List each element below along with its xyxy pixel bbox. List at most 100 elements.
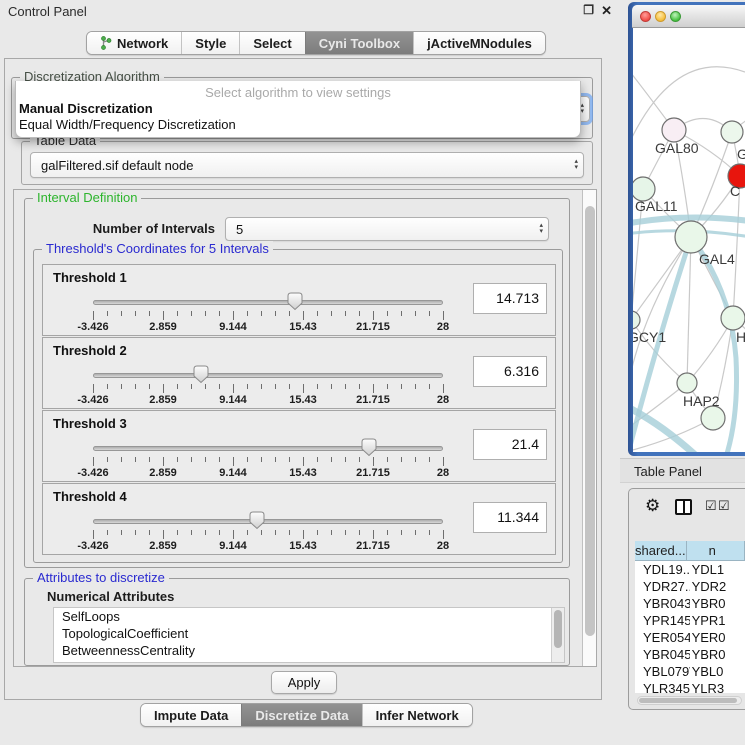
column-header-name[interactable]: n — [687, 541, 745, 561]
table-row[interactable]: YBR043CYBR0 — [635, 595, 745, 612]
tab-infer-network[interactable]: Infer Network — [362, 704, 472, 726]
scrollbar-thumb[interactable] — [639, 698, 737, 703]
apply-button[interactable]: Apply — [271, 671, 337, 694]
attributes-scrollbar[interactable] — [551, 608, 564, 662]
node-attribute-table[interactable]: shared... n YDL19...YDL1YDR27...YDR2YBR0… — [635, 541, 745, 693]
interval-definition-title: Interval Definition — [33, 190, 141, 205]
slider-track[interactable] — [93, 300, 443, 305]
slider-thumb-icon[interactable] — [193, 365, 209, 384]
cell-name[interactable]: YBR0 — [690, 646, 745, 663]
scrollbar-thumb[interactable] — [554, 610, 562, 648]
threshold-value-field[interactable]: 6.316 — [473, 356, 547, 387]
network-window-titlebar[interactable] — [632, 5, 745, 28]
traffic-light-close-icon[interactable] — [640, 11, 651, 22]
columns-icon[interactable] — [675, 499, 692, 515]
table-row[interactable]: YBL079WYBL0 — [635, 663, 745, 680]
tab-select[interactable]: Select — [239, 32, 304, 54]
slider-track[interactable] — [93, 373, 443, 378]
minor-tick — [317, 384, 318, 389]
minor-tick — [261, 311, 262, 316]
network-canvas[interactable]: GAL80GACGAL11GAL4GCY1HHAP2 — [633, 28, 745, 452]
minor-tick — [317, 311, 318, 316]
cell-name[interactable]: YPR1 — [690, 612, 745, 629]
gcy1-node[interactable] — [633, 311, 640, 329]
number-of-intervals-combobox[interactable]: 5 ▴▾ — [225, 217, 549, 241]
minor-tick — [247, 457, 248, 462]
major-tick — [163, 530, 164, 539]
threshold-value-field[interactable]: 21.4 — [473, 429, 547, 460]
table-row[interactable]: YBR045CYBR0 — [635, 646, 745, 663]
threshold-value-field[interactable]: 11.344 — [473, 502, 547, 533]
hap2-node[interactable] — [677, 373, 697, 393]
cell-shared-name[interactable]: YBL079W — [635, 663, 690, 680]
threshold-slider[interactable]: -3.4262.8599.14415.4321.71528 — [43, 291, 473, 335]
cell-shared-name[interactable]: YBR043C — [635, 595, 690, 612]
cell-shared-name[interactable]: YDR27... — [635, 578, 690, 595]
algorithm-option-manual[interactable]: Manual Discretization — [16, 100, 580, 116]
cell-name[interactable]: YLR3 — [690, 680, 745, 693]
attribute-item-selfloops[interactable]: SelfLoops — [54, 608, 564, 625]
cell-shared-name[interactable]: YLR345W — [635, 680, 690, 693]
gal80-node[interactable] — [662, 118, 686, 142]
cell-shared-name[interactable]: YER054C — [635, 629, 690, 646]
cell-name[interactable]: YER0 — [690, 629, 745, 646]
algorithm-option-equal-width[interactable]: Equal Width/Frequency Discretization — [16, 116, 580, 132]
h-node[interactable] — [721, 306, 745, 330]
slider-thumb-icon[interactable] — [361, 438, 377, 457]
close-icon[interactable]: ✕ — [601, 3, 612, 19]
tab-network[interactable]: Network — [87, 32, 181, 54]
attribute-item-betweennesscentrality[interactable]: BetweennessCentrality — [54, 642, 564, 659]
slider-thumb-icon[interactable] — [287, 292, 303, 311]
bottom-node[interactable] — [701, 406, 725, 430]
network-edge[interactable] — [687, 237, 691, 383]
gal-node[interactable] — [721, 121, 743, 143]
float-window-icon[interactable]: ❐ — [583, 3, 594, 17]
table-horizontal-scrollbar[interactable] — [637, 696, 742, 705]
tab-cyni-toolbox[interactable]: Cyni Toolbox — [305, 32, 413, 54]
threshold-slider[interactable]: -3.4262.8599.14415.4321.71528 — [43, 437, 473, 481]
tab-style[interactable]: Style — [181, 32, 239, 54]
scrollbar-thumb[interactable] — [585, 206, 595, 636]
table-row[interactable]: YER054CYER0 — [635, 629, 745, 646]
numerical-attributes-list[interactable]: SelfLoopsTopologicalCoefficientBetweenne… — [53, 607, 565, 663]
table-data-combobox[interactable]: galFiltered.sif default node ▴▾ — [30, 152, 584, 178]
attribute-item-topologicalcoefficient[interactable]: TopologicalCoefficient — [54, 625, 564, 642]
slider-track[interactable] — [93, 446, 443, 451]
major-tick — [233, 384, 234, 393]
slider-thumb-icon[interactable] — [249, 511, 265, 530]
cell-shared-name[interactable]: YDL19... — [635, 561, 690, 578]
threshold-value-field[interactable]: 14.713 — [473, 283, 547, 314]
gal4-node[interactable] — [675, 221, 707, 253]
tab-impute-data[interactable]: Impute Data — [141, 704, 241, 726]
table-row[interactable]: YLR345WYLR3 — [635, 680, 745, 693]
cell-shared-name[interactable]: YPR145W — [635, 612, 690, 629]
threshold-slider[interactable]: -3.4262.8599.14415.4321.71528 — [43, 364, 473, 408]
cell-name[interactable]: YBR0 — [690, 595, 745, 612]
panel-scrollbar[interactable] — [582, 190, 597, 666]
column-header-shared-name[interactable]: shared... — [635, 541, 687, 561]
checkbox-icon[interactable]: ☑ — [705, 498, 717, 514]
tab-jactivemnodules[interactable]: jActiveMNodules — [413, 32, 545, 54]
cell-shared-name[interactable]: YBR045C — [635, 646, 690, 663]
slider-track[interactable] — [93, 519, 443, 524]
traffic-light-minimize-icon[interactable] — [655, 11, 666, 22]
cell-name[interactable]: YBL0 — [690, 663, 745, 680]
threshold-slider[interactable]: -3.4262.8599.14415.4321.71528 — [43, 510, 473, 554]
major-tick — [303, 384, 304, 393]
traffic-light-zoom-icon[interactable] — [670, 11, 681, 22]
minor-tick — [345, 311, 346, 316]
algorithm-popup-placeholder: Select algorithm to view settings — [16, 81, 580, 100]
tick-label: 2.859 — [149, 321, 177, 333]
minor-tick — [387, 384, 388, 389]
tab-discretize-data[interactable]: Discretize Data — [241, 704, 361, 726]
cell-name[interactable]: YDR2 — [690, 578, 745, 595]
table-row[interactable]: YDR27...YDR2 — [635, 578, 745, 595]
checkbox-icon[interactable]: ☑ — [718, 498, 730, 514]
cell-name[interactable]: YDL1 — [690, 561, 745, 578]
tick-label: 15.43 — [289, 467, 317, 479]
gear-icon[interactable]: ⚙ — [645, 496, 660, 516]
table-row[interactable]: YPR145WYPR1 — [635, 612, 745, 629]
table-row[interactable]: YDL19...YDL1 — [635, 561, 745, 578]
minor-tick — [191, 384, 192, 389]
network-edge-thick[interactable] — [633, 406, 705, 452]
